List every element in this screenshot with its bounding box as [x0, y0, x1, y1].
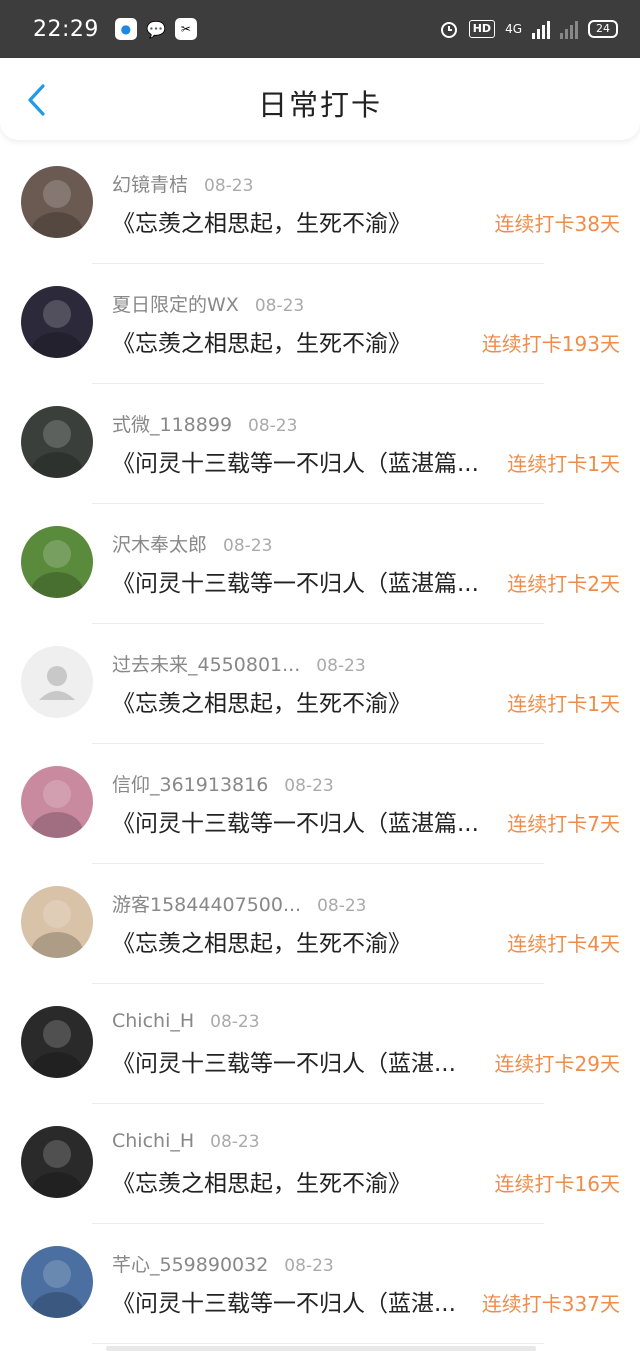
- streak-label: 连续打卡1天: [507, 692, 620, 716]
- user-info: Chichi_H 08-23: [112, 1130, 260, 1152]
- user-info: 沢木奉太郎 08-23: [112, 530, 272, 557]
- user-info: 夏日限定的WX 08-23: [112, 290, 304, 317]
- book-title[interactable]: 《问灵十三载等一不归人（蓝湛篇...: [112, 564, 479, 598]
- user-name[interactable]: 游客15844407500...: [112, 894, 301, 916]
- hd-badge: HD: [468, 20, 496, 38]
- list-item[interactable]: 夏日限定的WX 08-23 《忘羡之相思起，生死不渝》 连续打卡193天: [0, 264, 640, 384]
- user-photo: [31, 300, 83, 358]
- list-item[interactable]: Chichi_H 08-23 《问灵十三载等一不归人（蓝湛... 连续打卡29天: [0, 984, 640, 1104]
- list-item[interactable]: 幻镜青桔 08-23 《忘羡之相思起，生死不渝》 连续打卡38天: [0, 144, 640, 264]
- book-title[interactable]: 《问灵十三载等一不归人（蓝湛篇...: [112, 444, 479, 478]
- list-item[interactable]: Chichi_H 08-23 《忘羡之相思起，生死不渝》 连续打卡16天: [0, 1104, 640, 1224]
- avatar[interactable]: [21, 1006, 93, 1078]
- streak-label: 连续打卡193天: [481, 332, 620, 356]
- book-title[interactable]: 《忘羡之相思起，生死不渝》: [112, 1164, 411, 1198]
- list-item[interactable]: 游客15844407500... 08-23 《忘羡之相思起，生死不渝》 连续打卡…: [0, 864, 640, 984]
- user-info: 幻镜青桔 08-23: [112, 170, 253, 197]
- list-item[interactable]: 式微_118899 08-23 《问灵十三载等一不归人（蓝湛篇... 连续打卡1天: [0, 384, 640, 504]
- user-name[interactable]: 式微_118899: [112, 414, 232, 436]
- user-name[interactable]: 过去未来_4550801...: [112, 654, 300, 676]
- wechat-icon: 💬: [145, 19, 166, 39]
- book-title[interactable]: 《忘羡之相思起，生死不渝》: [112, 684, 411, 718]
- user-photo: [31, 540, 83, 598]
- user-photo: [31, 1020, 83, 1078]
- checkin-date: 08-23: [248, 416, 298, 436]
- avatar[interactable]: [21, 526, 93, 598]
- streak-label: 连续打卡337天: [481, 1292, 620, 1316]
- user-photo: [31, 1260, 83, 1318]
- avatar[interactable]: [21, 766, 93, 838]
- book-title[interactable]: 《问灵十三载等一不归人（蓝湛...: [112, 1044, 456, 1078]
- streak-label: 连续打卡29天: [494, 1052, 620, 1076]
- list-item[interactable]: 芊心_559890032 08-23 《问灵十三载等一不归人（蓝湛... 连续打卡…: [0, 1224, 640, 1344]
- list-item[interactable]: 过去未来_4550801... 08-23 《忘羡之相思起，生死不渝》 连续打卡1…: [0, 624, 640, 744]
- user-name[interactable]: 沢木奉太郎: [112, 534, 207, 556]
- user-info: Chichi_H 08-23: [112, 1010, 260, 1032]
- avatar[interactable]: [21, 1126, 93, 1198]
- nav-bar: 日常打卡: [0, 58, 640, 140]
- checkin-date: 08-23: [210, 1132, 260, 1152]
- avatar[interactable]: [21, 166, 93, 238]
- book-title[interactable]: 《问灵十三载等一不归人（蓝湛篇...: [112, 804, 479, 838]
- checkin-date: 08-23: [284, 1256, 334, 1276]
- scroll-indicator: [106, 1346, 536, 1351]
- user-photo: [31, 1140, 83, 1198]
- battery-icon: 24: [588, 20, 618, 38]
- capcut-icon: ✂: [174, 18, 197, 40]
- user-photo: [31, 780, 83, 838]
- user-info: 游客15844407500... 08-23: [112, 890, 367, 917]
- avatar[interactable]: [21, 886, 93, 958]
- user-name[interactable]: Chichi_H: [112, 1010, 194, 1032]
- notification-icons: ● 💬 ✂: [114, 18, 197, 40]
- checkin-date: 08-23: [317, 896, 367, 916]
- user-info: 过去未来_4550801... 08-23: [112, 650, 366, 677]
- streak-label: 连续打卡7天: [507, 812, 620, 836]
- book-title[interactable]: 《忘羡之相思起，生死不渝》: [112, 324, 411, 358]
- status-time: 22:29: [33, 16, 99, 42]
- list-item[interactable]: 信仰_361913816 08-23 《问灵十三载等一不归人（蓝湛篇... 连续打…: [0, 744, 640, 864]
- avatar[interactable]: [21, 1246, 93, 1318]
- user-info: 信仰_361913816 08-23: [112, 770, 334, 797]
- checkin-date: 08-23: [254, 296, 305, 316]
- streak-label: 连续打卡1天: [507, 452, 620, 476]
- user-photo: [31, 180, 83, 238]
- user-name[interactable]: 夏日限定的WX: [112, 294, 239, 316]
- page-title: 日常打卡: [257, 88, 382, 122]
- checkin-list: 幻镜青桔 08-23 《忘羡之相思起，生死不渝》 连续打卡38天 夏日限定的WX 0…: [0, 144, 640, 1344]
- signal-icon: [532, 19, 550, 39]
- user-info: 芊心_559890032 08-23: [112, 1250, 334, 1277]
- streak-label: 连续打卡2天: [507, 572, 620, 596]
- user-photo: [31, 420, 83, 478]
- checkin-date: 08-23: [204, 176, 254, 196]
- streak-label: 连续打卡16天: [494, 1172, 620, 1196]
- avatar[interactable]: [21, 286, 93, 358]
- user-name[interactable]: 幻镜青桔: [112, 174, 188, 196]
- book-title[interactable]: 《问灵十三载等一不归人（蓝湛...: [112, 1284, 456, 1318]
- avatar[interactable]: [21, 406, 93, 478]
- user-info: 式微_118899 08-23: [112, 410, 297, 437]
- alarm-icon: [440, 22, 457, 38]
- book-title[interactable]: 《忘羡之相思起，生死不渝》: [112, 924, 411, 958]
- avatar[interactable]: [21, 646, 93, 718]
- user-name[interactable]: 信仰_361913816: [112, 774, 268, 796]
- signal-2-icon: [560, 19, 578, 39]
- checkin-date: 08-23: [284, 776, 334, 796]
- divider: [92, 1343, 544, 1344]
- book-title[interactable]: 《忘羡之相思起，生死不渝》: [112, 204, 411, 238]
- user-name[interactable]: Chichi_H: [112, 1130, 194, 1152]
- streak-label: 连续打卡38天: [494, 212, 620, 236]
- network-type: 4G: [505, 22, 522, 36]
- checkin-date: 08-23: [316, 656, 366, 676]
- list-item[interactable]: 沢木奉太郎 08-23 《问灵十三载等一不归人（蓝湛篇... 连续打卡2天: [0, 504, 640, 624]
- user-name[interactable]: 芊心_559890032: [112, 1254, 268, 1276]
- status-right: HD 4G 24: [439, 19, 618, 39]
- checkin-date: 08-23: [210, 1012, 260, 1032]
- checkin-date: 08-23: [223, 536, 273, 556]
- streak-label: 连续打卡4天: [507, 932, 620, 956]
- user-photo: [31, 900, 83, 958]
- browser-app-icon: ●: [114, 18, 137, 40]
- status-bar: 22:29 ● 💬 ✂ HD 4G 24: [0, 0, 640, 58]
- default-avatar-icon: [39, 666, 75, 700]
